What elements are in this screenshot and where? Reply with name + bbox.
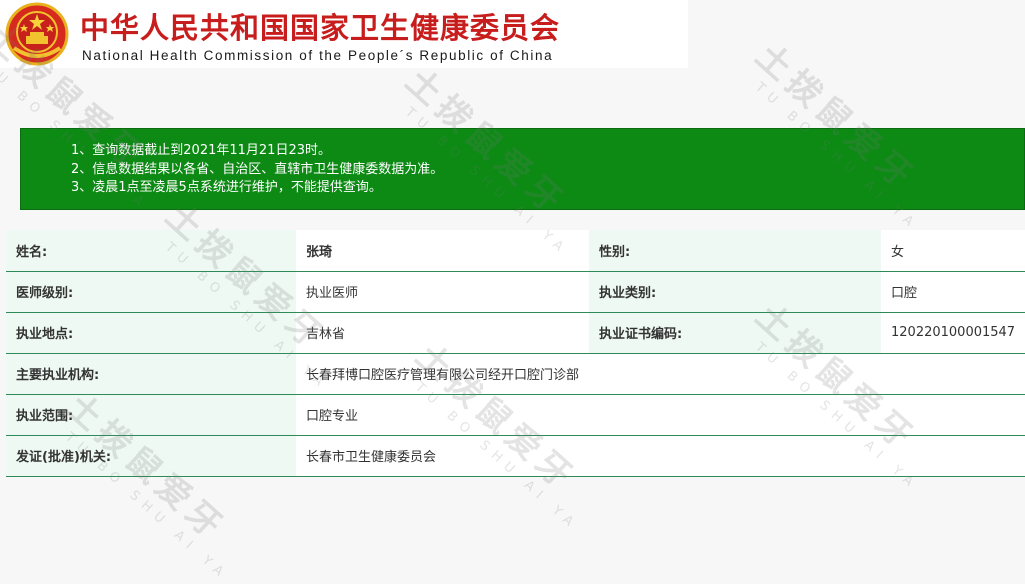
level-label: 医师级别: [6, 271, 296, 313]
notice-item: 2、信息数据结果以各省、自治区、直辖市卫生健康委数据为准。 [71, 161, 444, 177]
category-value: 口腔 [881, 271, 1025, 313]
cert-value: 120220100001547 [881, 312, 1025, 354]
issuer-value: 长春市卫生健康委员会 [296, 435, 1025, 477]
table-row: 医师级别: 执业医师 执业类别: 口腔 [6, 271, 1025, 313]
site-title-cn: 中华人民共和国国家卫生健康委员会 [80, 11, 561, 45]
institution-value: 长春拜博口腔医疗管理有限公司经开口腔门诊部 [296, 353, 1025, 395]
table-row: 发证(批准)机关: 长春市卫生健康委员会 [6, 435, 1025, 477]
location-value: 吉林省 [296, 312, 589, 354]
table-row: 执业地点: 吉林省 执业证书编码: 120220100001547 [6, 312, 1025, 354]
notice-item: 1、查询数据截止到2021年11月21日23时。 [71, 143, 331, 158]
notice-list: 1、查询数据截止到2021年11月21日23时。 2、信息数据结果以各省、自治区… [21, 129, 1024, 198]
gender-value: 女 [881, 230, 1025, 272]
issuer-label: 发证(批准)机关: [6, 435, 296, 477]
table-row: 主要执业机构: 长春拜博口腔医疗管理有限公司经开口腔门诊部 [6, 353, 1025, 395]
table-row: 姓名: 张琦 性别: 女 [6, 230, 1025, 272]
cert-label: 执业证书编码: [589, 312, 881, 354]
level-value: 执业医师 [296, 271, 589, 313]
category-label: 执业类别: [589, 271, 881, 313]
gender-label: 性别: [589, 230, 881, 272]
national-emblem-icon [5, 2, 69, 66]
name-value: 张琦 [296, 230, 589, 272]
scope-label: 执业范围: [6, 394, 296, 436]
physician-info-table: 姓名: 张琦 性别: 女 医师级别: 执业医师 执业类别: 口腔 执业地点: 吉… [6, 230, 1025, 477]
name-label: 姓名: [6, 230, 296, 272]
scope-value: 口腔专业 [296, 394, 1025, 436]
location-label: 执业地点: [6, 312, 296, 354]
site-title-en: National Health Commission of the People… [82, 48, 554, 63]
institution-label: 主要执业机构: [6, 353, 296, 395]
site-header: 中华人民共和国国家卫生健康委员会 National Health Commiss… [0, 0, 688, 68]
notice-box: 1、查询数据截止到2021年11月21日23时。 2、信息数据结果以各省、自治区… [20, 128, 1025, 210]
notice-item: 3、凌晨1点至凌晨5点系统进行维护，不能提供查询。 [71, 180, 382, 195]
table-row: 执业范围: 口腔专业 [6, 394, 1025, 436]
